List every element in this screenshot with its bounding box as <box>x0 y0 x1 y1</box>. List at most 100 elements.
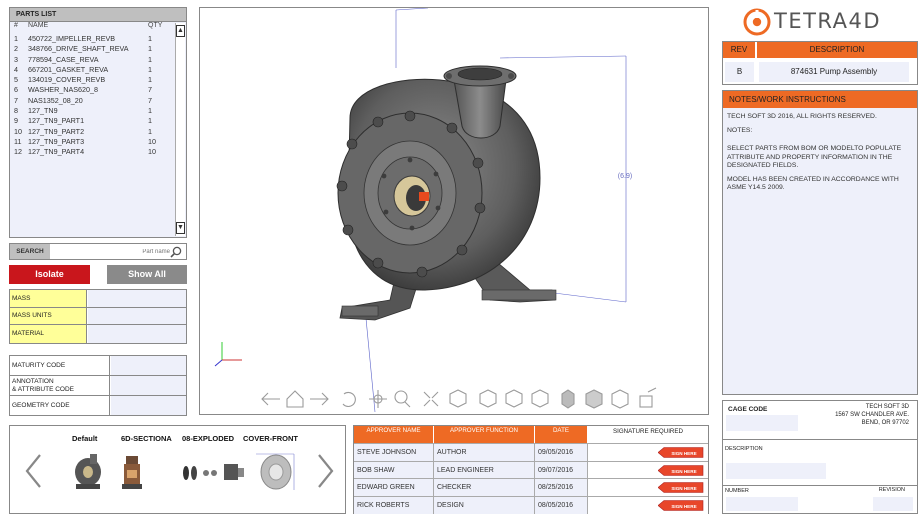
approver-function: LEAD ENGINEER <box>434 461 535 479</box>
search-input[interactable] <box>52 246 170 257</box>
parts-list-row[interactable]: 3 778594_CASE_REVA 1 <box>10 55 186 65</box>
fit-all-icon[interactable] <box>423 391 439 407</box>
view-label-section[interactable]: 6D-SECTIONA <box>121 434 172 443</box>
scroll-down-button[interactable]: ▼ <box>176 222 185 234</box>
part-name: 127_TN9_PART2 <box>28 126 85 136</box>
geometry-code-value <box>111 396 186 415</box>
signature-cell: SIGN HERE <box>588 479 708 497</box>
mass-units-value <box>88 307 186 324</box>
search-bar: SEARCH <box>9 243 187 260</box>
search-icon[interactable] <box>170 246 182 258</box>
parts-list-row[interactable]: 11 127_TN9_PART3 10 <box>10 137 186 147</box>
part-qty: 1 <box>148 54 152 64</box>
col-name-header: NAME <box>28 22 49 29</box>
parts-list-row[interactable]: 12 127_TN9_PART4 10 <box>10 147 186 157</box>
mass-label: MASS <box>10 290 87 307</box>
approval-row: BOB SHAW LEAD ENGINEER 09/07/2016 SIGN HERE <box>354 460 708 479</box>
codes-table: MATURITY CODE ANNOTATION & ATTRIBUTE COD… <box>9 355 187 416</box>
part-number: 2 <box>14 44 18 54</box>
annotation-label-line1: ANNOTATION <box>12 378 54 385</box>
isolate-button[interactable]: Isolate <box>9 265 90 284</box>
parts-list-row[interactable]: 4 667201_GASKET_REVA 1 <box>10 65 186 75</box>
tetra4d-logo-icon <box>743 8 771 36</box>
part-number: 8 <box>14 106 18 116</box>
wireframe-icon[interactable] <box>611 389 629 409</box>
view-top-icon[interactable] <box>505 389 523 408</box>
forward-arrow-icon[interactable] <box>310 392 329 406</box>
mass-units-label: MASS UNITS <box>10 307 87 324</box>
rotate-icon[interactable] <box>342 391 356 408</box>
prev-view-icon[interactable] <box>22 452 44 490</box>
view-thumb-exploded[interactable] <box>180 456 246 486</box>
view-label-default[interactable]: Default <box>72 434 97 443</box>
approver-name-header: APPROVER NAME <box>354 426 434 443</box>
parts-list-row[interactable]: 1 450722_IMPELLER_REVB 1 <box>10 34 186 44</box>
parts-list-row[interactable]: 9 127_TN9_PART1 1 <box>10 116 186 126</box>
parts-list-row[interactable]: 2 348766_DRIVE_SHAFT_REVA 1 <box>10 44 186 54</box>
view-label-cover-front[interactable]: COVER-FRONT <box>243 434 298 443</box>
tetra4d-logo: TETRA4D <box>740 7 890 37</box>
approval-date: 09/07/2016 <box>535 461 588 479</box>
viewer-toolbar <box>261 387 657 409</box>
view-iso-icon[interactable] <box>449 389 467 408</box>
view-thumb-cover-front[interactable] <box>252 450 298 496</box>
parts-list-row[interactable]: 5 134019_COVER_REVB 1 <box>10 75 186 85</box>
parts-list-scrollbar[interactable]: ▲ ▼ <box>175 23 185 236</box>
annotation-row: ANNOTATION & ATTRIBUTE CODE <box>10 376 186 396</box>
home-icon[interactable] <box>286 390 304 408</box>
shaded-icon[interactable] <box>561 389 575 409</box>
cage-code-label: CAGE CODE <box>728 406 768 413</box>
approval-date: 09/05/2016 <box>535 444 588 461</box>
sign-here-button[interactable]: SIGN HERE <box>658 500 704 511</box>
parts-list-row[interactable]: 8 127_TN9 1 <box>10 106 186 116</box>
part-number: 11 <box>14 136 22 146</box>
sign-here-label: SIGN HERE <box>671 486 696 491</box>
part-name: 127_TN9_PART4 <box>28 147 85 157</box>
part-qty: 1 <box>148 106 152 116</box>
back-arrow-icon[interactable] <box>261 392 280 406</box>
show-all-button[interactable]: Show All <box>107 265 187 284</box>
signature-cell: SIGN HERE <box>588 497 708 515</box>
maturity-code-value <box>111 356 186 375</box>
view-thumb-default[interactable] <box>66 450 110 494</box>
pump-model[interactable]: (6.9) <box>200 8 708 414</box>
zoom-icon[interactable] <box>394 390 411 408</box>
view-front-icon[interactable] <box>479 389 497 408</box>
parts-list-row[interactable]: 6 WASHER_NAS620_8 7 <box>10 85 186 95</box>
maturity-code-label: MATURITY CODE <box>10 356 110 375</box>
revision-block: REV DESCRIPTION B 874631 Pump Assembly <box>722 41 918 85</box>
col-qty-header: QTY <box>148 22 163 29</box>
view-side-icon[interactable] <box>531 389 549 408</box>
approver-function: DESIGN <box>434 497 535 515</box>
view-label-exploded[interactable]: 08-EXPLODED <box>182 434 234 443</box>
cage-code-value <box>726 415 798 431</box>
sign-here-button[interactable]: SIGN HERE <box>658 464 704 476</box>
impeller-highlight <box>419 192 429 201</box>
view-thumb-section[interactable] <box>118 450 146 494</box>
date-header: DATE <box>535 426 588 443</box>
pan-icon[interactable] <box>369 390 387 408</box>
sign-here-button[interactable]: SIGN HERE <box>658 482 704 494</box>
dimension-label: (6.9) <box>618 173 632 180</box>
part-number: 5 <box>14 75 18 85</box>
material-value <box>88 325 186 343</box>
revision-label: REVISION <box>878 487 905 493</box>
3d-viewport[interactable]: (6.9) <box>199 7 709 415</box>
part-qty: 10 <box>148 136 156 146</box>
part-name: 127_TN9 <box>28 106 58 116</box>
scroll-up-button[interactable]: ▲ <box>176 25 185 37</box>
sign-here-button[interactable]: SIGN HERE <box>658 447 704 458</box>
revision-field <box>873 497 913 511</box>
part-qty: 1 <box>148 75 152 85</box>
parts-list-row[interactable]: 10 127_TN9_PART2 1 <box>10 127 186 137</box>
next-view-icon[interactable] <box>315 452 337 490</box>
approver-function-header: APPROVER FUNCTION <box>434 426 535 443</box>
shaded-edges-icon[interactable] <box>585 389 603 409</box>
parts-list-row[interactable]: 7 NAS1352_08_20 7 <box>10 96 186 106</box>
part-qty: 1 <box>148 44 152 54</box>
fullscreen-icon[interactable] <box>639 387 657 408</box>
material-row: MATERIAL <box>10 325 186 343</box>
notes-instruction: SELECT PARTS FROM BOM OR MODELTO POPULAT… <box>727 145 902 169</box>
parts-list-header: # NAME QTY <box>10 22 186 34</box>
description-label: DESCRIPTION <box>725 446 763 452</box>
